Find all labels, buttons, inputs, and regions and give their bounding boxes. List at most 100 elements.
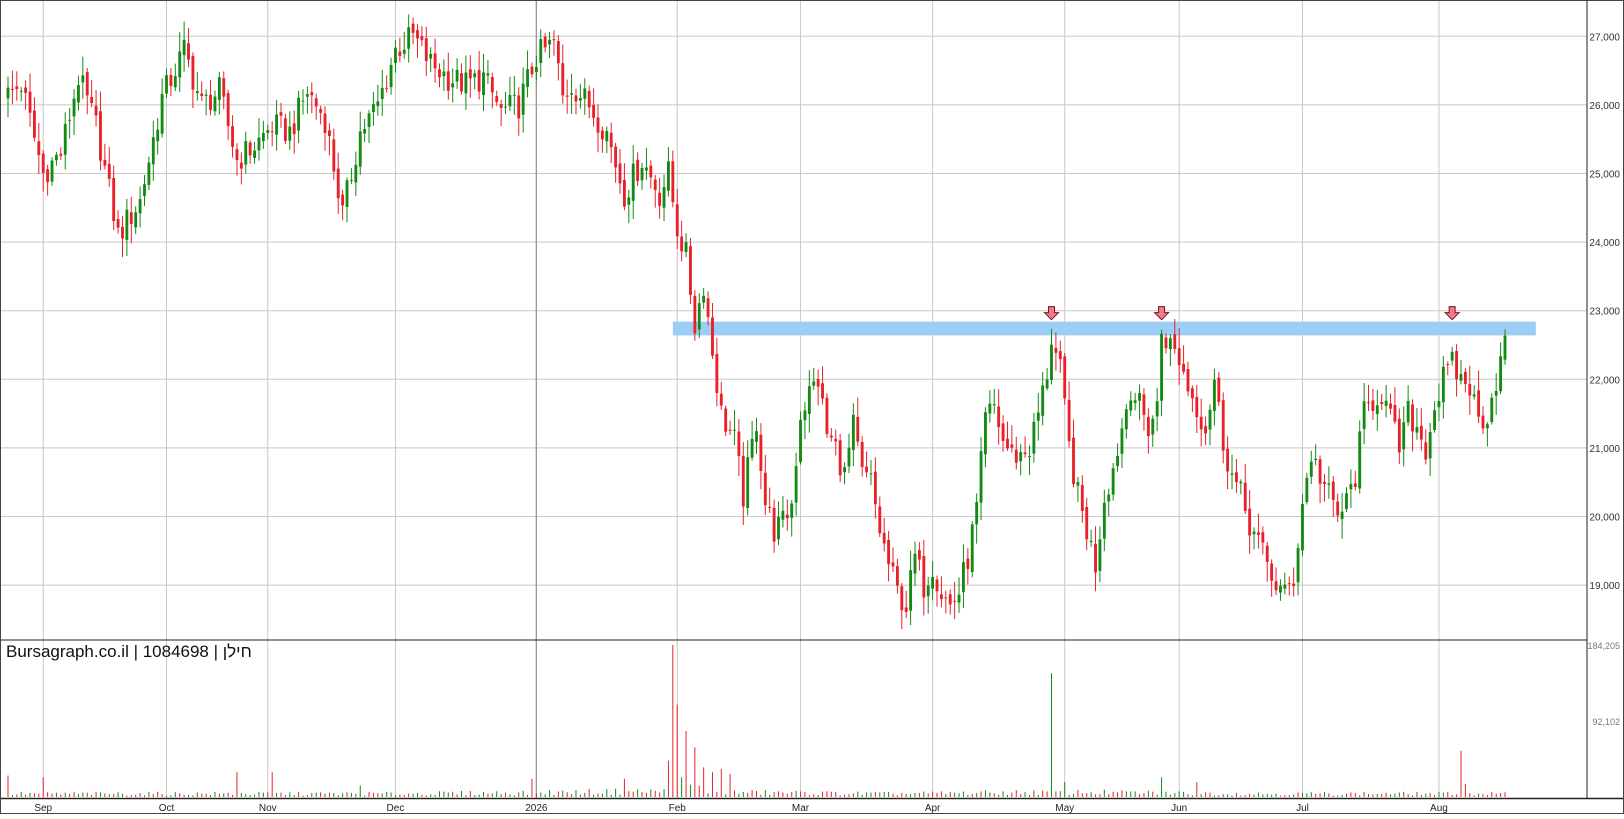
candle-body xyxy=(763,472,767,506)
candle xyxy=(1450,346,1454,366)
candle-body xyxy=(733,429,736,431)
candle xyxy=(755,417,758,455)
candle-body xyxy=(596,117,600,133)
candle-body xyxy=(81,75,85,83)
candle-body xyxy=(283,118,287,142)
candle-body xyxy=(592,104,596,118)
candle-body xyxy=(922,555,926,598)
candle xyxy=(424,26,428,77)
candle-body xyxy=(1151,418,1155,435)
candle xyxy=(1230,454,1234,490)
candle xyxy=(1133,392,1137,411)
candle-body xyxy=(416,30,419,39)
candle xyxy=(1032,413,1036,463)
candle-body xyxy=(380,87,384,100)
candle xyxy=(565,79,569,114)
candle xyxy=(1287,576,1291,596)
candle-body xyxy=(614,146,618,168)
candle xyxy=(288,111,292,150)
candle-body xyxy=(204,94,208,96)
candle-body xyxy=(1124,409,1128,430)
candle-body xyxy=(187,43,190,60)
candle xyxy=(750,420,754,461)
candle xyxy=(719,381,723,410)
candle-body xyxy=(684,242,688,253)
candle-body xyxy=(239,162,243,169)
candle-body xyxy=(887,539,891,565)
candle xyxy=(1279,579,1282,601)
candle-body xyxy=(812,381,816,386)
candle-body xyxy=(697,303,701,330)
candle xyxy=(345,177,349,223)
candle-body xyxy=(799,419,802,463)
candle xyxy=(1028,445,1031,476)
candle xyxy=(922,539,926,616)
candle xyxy=(882,517,886,552)
candle-body xyxy=(217,77,221,100)
candle xyxy=(1076,476,1080,503)
candle xyxy=(865,451,869,478)
candle xyxy=(68,108,72,139)
candle-body xyxy=(644,167,648,171)
candle xyxy=(512,75,516,115)
candle-body xyxy=(992,404,996,406)
candle-body xyxy=(746,457,750,508)
candle xyxy=(213,90,217,116)
candle xyxy=(1190,385,1194,413)
candle-body xyxy=(755,431,758,442)
candle xyxy=(1375,389,1379,431)
resistance-zone xyxy=(672,321,1536,336)
candle xyxy=(178,32,182,93)
candle xyxy=(649,160,653,189)
candle-body xyxy=(358,131,362,167)
candle xyxy=(552,30,556,56)
candle xyxy=(777,501,780,546)
candle xyxy=(209,79,212,116)
candle xyxy=(1168,334,1172,366)
candle xyxy=(622,163,626,211)
candle-body xyxy=(1234,472,1238,483)
candle xyxy=(530,62,534,78)
candle-body xyxy=(213,96,217,112)
candle xyxy=(143,174,146,207)
candle-body xyxy=(1292,583,1296,587)
candle xyxy=(464,55,468,110)
candle xyxy=(843,462,846,485)
candle-body xyxy=(1397,418,1401,453)
candle-body xyxy=(191,55,195,90)
candle xyxy=(244,131,248,174)
candle-body xyxy=(1195,397,1199,418)
candle-body xyxy=(129,212,133,224)
candle xyxy=(1441,355,1445,419)
candle xyxy=(851,403,855,467)
candle-body xyxy=(209,94,212,110)
price-tick-label: 20,000 xyxy=(1589,513,1620,524)
candle-body xyxy=(319,109,323,113)
candle xyxy=(1305,472,1309,505)
price-tick-label: 22,000 xyxy=(1589,375,1620,386)
candle-body xyxy=(41,153,45,173)
candle xyxy=(926,576,930,614)
candle-body xyxy=(671,161,675,203)
candle-body xyxy=(1433,410,1436,430)
candle-body xyxy=(1459,374,1463,381)
candle-body xyxy=(354,164,358,183)
candle-body xyxy=(336,168,340,199)
candle xyxy=(1010,425,1014,453)
candle xyxy=(19,86,23,102)
candle-body xyxy=(169,75,173,87)
candle xyxy=(6,76,10,118)
candle-body xyxy=(1441,366,1445,403)
candle-body xyxy=(1226,448,1230,472)
candle xyxy=(741,442,745,526)
price-tick-label: 26,000 xyxy=(1589,101,1620,112)
candle xyxy=(121,215,124,258)
candle xyxy=(957,577,961,613)
candle xyxy=(627,189,631,224)
candle-body xyxy=(1367,402,1370,404)
candle-body xyxy=(1085,507,1089,540)
candle-body xyxy=(957,594,961,603)
candle-body xyxy=(429,53,433,59)
candle xyxy=(416,23,419,58)
candle xyxy=(526,50,529,98)
